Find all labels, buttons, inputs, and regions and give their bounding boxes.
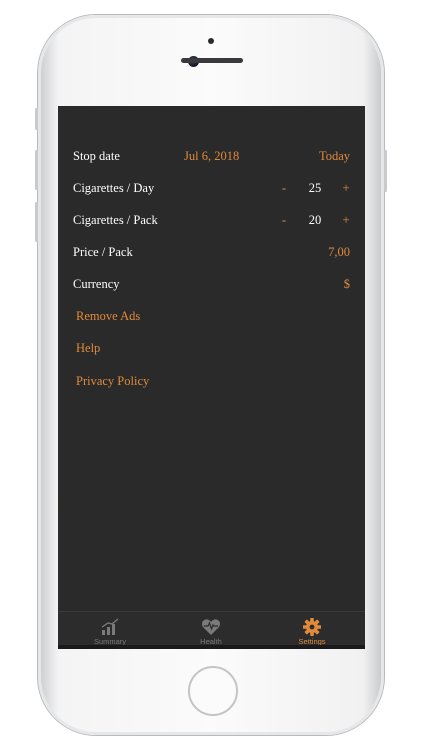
cigarettes-per-day-label: Cigarettes / Day [73, 180, 155, 195]
earpiece-speaker [181, 58, 243, 63]
volume-down-button [35, 202, 38, 242]
tab-settings[interactable]: Settings [262, 612, 362, 649]
price-per-pack-row: Price / Pack 7,00 [58, 238, 365, 266]
screen-bottom-edge [58, 645, 365, 649]
tab-bar: Summary Health Settings [58, 611, 365, 649]
stop-date-label: Stop date [73, 148, 120, 163]
remove-ads-link[interactable]: Remove Ads [76, 309, 140, 324]
cigarettes-per-pack-increment[interactable]: + [339, 212, 353, 228]
proximity-sensor [208, 38, 214, 44]
power-button [384, 150, 387, 192]
mute-switch [35, 108, 38, 130]
privacy-policy-row: Privacy Policy [58, 367, 365, 395]
cigarettes-per-day-increment[interactable]: + [339, 180, 353, 196]
price-per-pack-label: Price / Pack [73, 244, 133, 259]
cigarettes-per-pack-label: Cigarettes / Pack [73, 212, 158, 227]
remove-ads-row: Remove Ads [58, 302, 365, 330]
privacy-policy-link[interactable]: Privacy Policy [76, 374, 149, 389]
cigarettes-per-pack-value: 20 [308, 212, 322, 227]
today-button[interactable]: Today [319, 149, 350, 164]
currency-value[interactable]: $ [344, 277, 350, 292]
tab-summary[interactable]: Summary [60, 612, 160, 649]
help-row: Help [58, 334, 365, 362]
cigarettes-per-day-value: 25 [308, 180, 322, 195]
cigarettes-per-day-row: Cigarettes / Day - 25 + [58, 174, 365, 202]
stop-date-value[interactable]: Jul 6, 2018 [184, 149, 239, 164]
currency-label: Currency [73, 276, 120, 291]
heart-pulse-icon [201, 619, 221, 635]
bar-chart-icon [101, 618, 119, 635]
app-screen: Stop date Jul 6, 2018 Today Cigarettes /… [58, 106, 365, 649]
tab-health[interactable]: Health [161, 612, 261, 649]
help-link[interactable]: Help [76, 341, 100, 356]
home-button[interactable] [188, 666, 238, 716]
cigarettes-per-pack-decrement[interactable]: - [277, 212, 291, 228]
stop-date-row: Stop date Jul 6, 2018 Today [58, 142, 365, 170]
price-per-pack-value[interactable]: 7,00 [328, 245, 350, 260]
gear-icon [303, 618, 321, 636]
cigarettes-per-day-decrement[interactable]: - [277, 180, 291, 196]
cigarettes-per-pack-row: Cigarettes / Pack - 20 + [58, 206, 365, 234]
currency-row: Currency $ [58, 270, 365, 298]
volume-up-button [35, 150, 38, 190]
